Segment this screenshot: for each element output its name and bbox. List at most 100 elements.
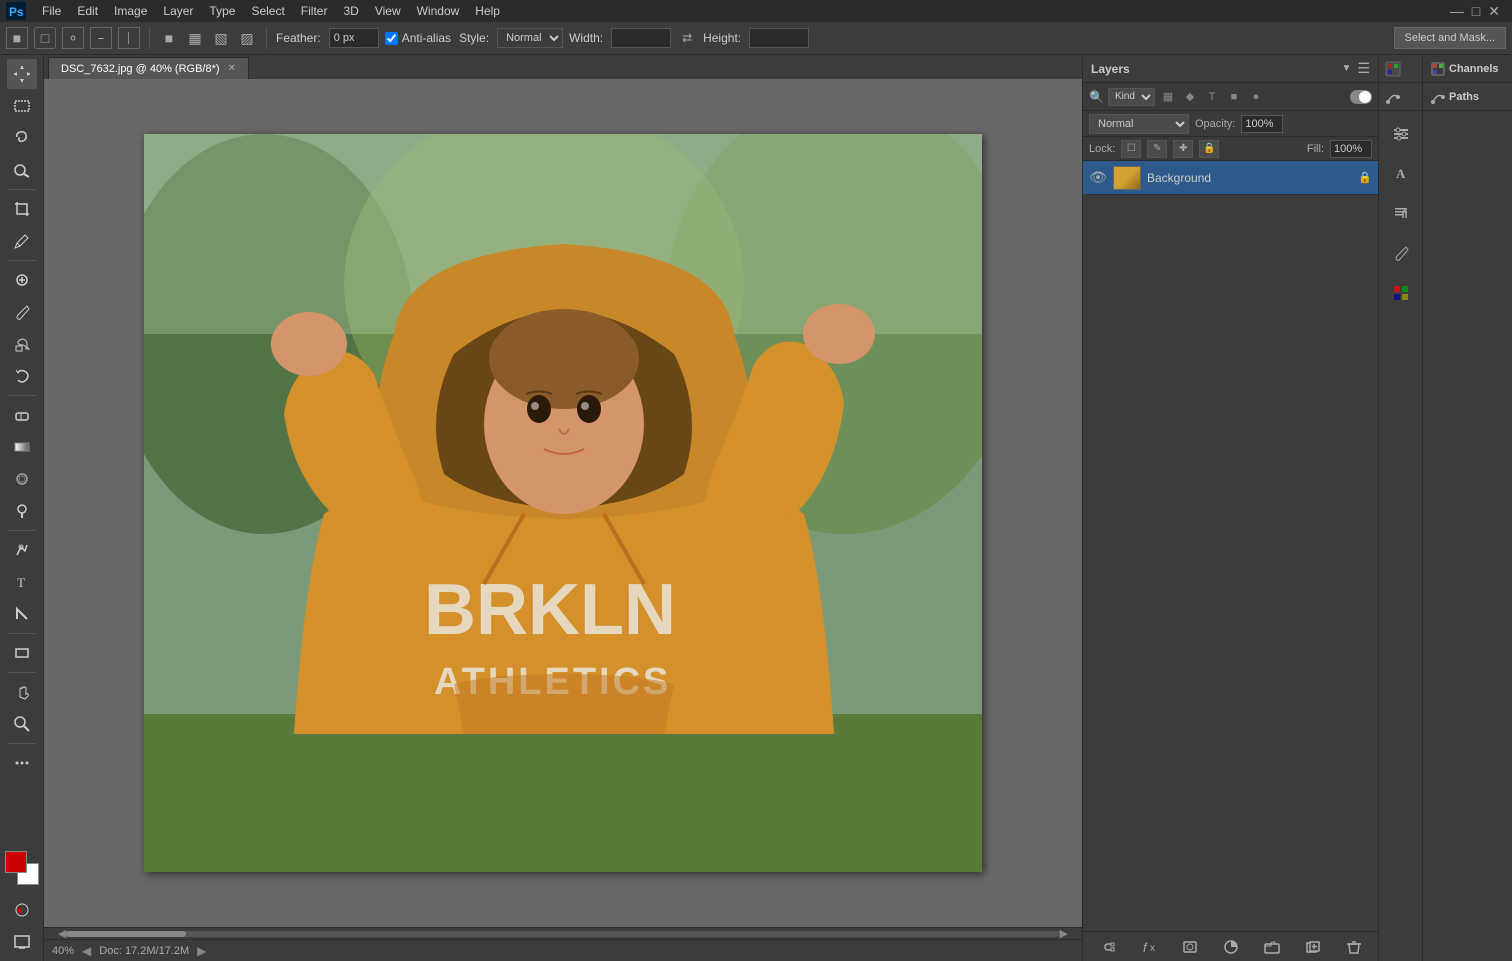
paths-tab[interactable] [1379, 83, 1422, 111]
intersect-sel-icon[interactable]: ▨ [237, 28, 257, 48]
delete-layer-btn[interactable] [1341, 936, 1367, 958]
menu-edit[interactable]: Edit [69, 2, 106, 20]
document-tab[interactable]: DSC_7632.jpg @ 40% (RGB/8*) ✕ [48, 57, 249, 79]
layers-menu-btn[interactable]: ☰ [1357, 60, 1370, 77]
swap-wh-icon[interactable]: ⇄ [677, 28, 697, 48]
menu-3d[interactable]: 3D [335, 2, 366, 20]
horizontal-scrollbar[interactable]: ◀ ▶ [44, 927, 1082, 939]
lock-position-btn[interactable]: ✚ [1173, 140, 1193, 158]
window-minimize[interactable]: — [1450, 3, 1464, 20]
rounded-marquee-option[interactable]: □ [34, 27, 56, 49]
width-input[interactable] [611, 28, 671, 48]
lock-all-btn[interactable]: 🔒 [1199, 140, 1219, 158]
eyedropper-btn[interactable] [7, 226, 37, 256]
sub-sel-icon[interactable]: ▧ [211, 28, 231, 48]
properties-icon[interactable] [1380, 115, 1422, 151]
opacity-input[interactable] [1241, 115, 1283, 133]
pen-btn[interactable] [7, 535, 37, 565]
layer-background[interactable]: 👁 Background 🔒 [1083, 161, 1378, 195]
quick-mask-btn[interactable] [7, 895, 37, 925]
window-restore[interactable]: □ [1472, 3, 1480, 20]
new-sel-icon[interactable]: ■ [159, 28, 179, 48]
fg-bg-colors[interactable] [5, 851, 39, 885]
more-tools-btn[interactable] [7, 748, 37, 778]
new-fill-adjustment-btn[interactable] [1218, 936, 1244, 958]
text-filter-icon[interactable]: T [1203, 88, 1221, 106]
swatches-icon[interactable] [1380, 275, 1422, 311]
elliptical-marquee-option[interactable]: ⚬ [62, 27, 84, 49]
kind-dropdown[interactable]: Kind [1108, 88, 1155, 106]
rectangular-marquee-btn[interactable] [7, 91, 37, 121]
eraser-btn[interactable] [7, 400, 37, 430]
move-tool-btn[interactable] [7, 59, 37, 89]
brush-settings-icon[interactable] [1380, 235, 1422, 271]
shape-filter-icon[interactable]: ■ [1225, 88, 1243, 106]
menu-select[interactable]: Select [243, 2, 292, 20]
rectangular-marquee-option[interactable]: ■ [6, 27, 28, 49]
rectangle-shape-btn[interactable] [7, 638, 37, 668]
add-layer-style-btn[interactable]: fx [1136, 936, 1162, 958]
layer-visibility-eye[interactable]: 👁 [1089, 169, 1107, 187]
lasso-btn[interactable] [7, 123, 37, 153]
blur-btn[interactable] [7, 464, 37, 494]
lock-image-btn[interactable]: ✎ [1147, 140, 1167, 158]
status-next-btn[interactable]: ▶ [197, 944, 206, 958]
height-input[interactable] [749, 28, 809, 48]
gradient-btn[interactable] [7, 432, 37, 462]
antialias-checkbox[interactable] [385, 32, 398, 45]
character-icon[interactable]: A [1380, 155, 1422, 191]
menu-layer[interactable]: Layer [155, 2, 201, 20]
window-close[interactable]: ✕ [1488, 3, 1500, 20]
status-prev-btn[interactable]: ◀ [82, 944, 91, 958]
feather-input[interactable] [329, 28, 379, 48]
scrollbar-thumb[interactable] [66, 931, 186, 937]
layers-collapse-btn[interactable]: ▼ [1342, 63, 1352, 74]
layers-title: Layers [1091, 62, 1130, 76]
sep-b [8, 260, 36, 261]
history-brush-btn[interactable] [7, 361, 37, 391]
filter-toggle[interactable] [1350, 90, 1372, 104]
hand-btn[interactable] [7, 677, 37, 707]
menu-image[interactable]: Image [106, 2, 155, 20]
scrollbar-track[interactable] [66, 931, 1059, 937]
pixel-filter-icon[interactable]: ▦ [1159, 88, 1177, 106]
paragraph-icon[interactable] [1380, 195, 1422, 231]
menu-help[interactable]: Help [467, 2, 508, 20]
channels-panel-tab[interactable]: Channels [1423, 55, 1512, 83]
type-btn[interactable]: T [7, 567, 37, 597]
quick-selection-btn[interactable] [7, 155, 37, 185]
dodge-btn[interactable] [7, 496, 37, 526]
single-col-option[interactable]: │ [118, 27, 140, 49]
menu-filter[interactable]: Filter [293, 2, 336, 20]
zoom-btn[interactable] [7, 709, 37, 739]
screen-mode-btn[interactable] [7, 927, 37, 957]
add-sel-icon[interactable]: ▦ [185, 28, 205, 48]
new-layer-btn[interactable] [1300, 936, 1326, 958]
fill-input[interactable] [1330, 140, 1372, 158]
new-group-btn[interactable] [1259, 936, 1285, 958]
channels-tab[interactable] [1379, 55, 1422, 83]
menu-file[interactable]: File [34, 2, 69, 20]
tab-close-btn[interactable]: ✕ [228, 63, 236, 74]
add-mask-btn[interactable] [1177, 936, 1203, 958]
link-layers-btn[interactable] [1095, 936, 1121, 958]
select-mask-button[interactable]: Select and Mask... [1394, 27, 1507, 49]
path-selection-btn[interactable] [7, 599, 37, 629]
paths-panel-tab[interactable]: Paths [1423, 83, 1512, 111]
menu-window[interactable]: Window [409, 2, 468, 20]
adjustment-filter-icon[interactable]: ◆ [1181, 88, 1199, 106]
single-row-option[interactable]: ⎯ [90, 27, 112, 49]
brush-btn[interactable] [7, 297, 37, 327]
antialias-group: Anti-alias [385, 31, 453, 45]
clone-stamp-btn[interactable] [7, 329, 37, 359]
lock-pixels-btn[interactable]: ☐ [1121, 140, 1141, 158]
crop-btn[interactable] [7, 194, 37, 224]
menu-type[interactable]: Type [201, 2, 243, 20]
blend-mode-dropdown[interactable]: Normal [1089, 114, 1189, 134]
smart-filter-icon[interactable]: ● [1247, 88, 1265, 106]
foreground-color[interactable] [5, 851, 27, 873]
menu-view[interactable]: View [367, 2, 409, 20]
canvas-container[interactable]: BRKLN ATHLETICS [44, 79, 1082, 927]
style-dropdown[interactable]: Normal [497, 28, 563, 48]
healing-brush-btn[interactable] [7, 265, 37, 295]
